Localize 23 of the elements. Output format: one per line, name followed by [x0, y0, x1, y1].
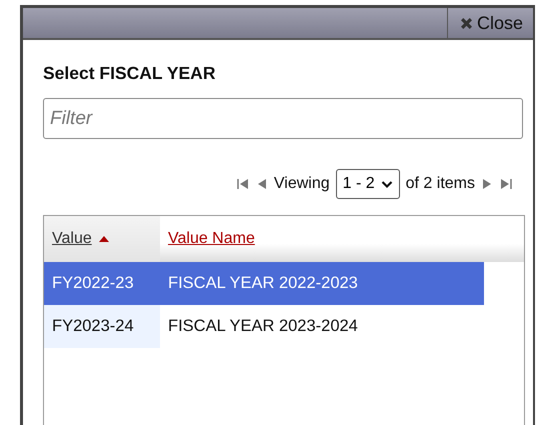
- item-count: of 2 items: [406, 175, 475, 193]
- last-page-icon[interactable]: [499, 177, 513, 191]
- column-header[interactable]: Value Name: [160, 216, 255, 262]
- dialog-heading: Select FISCAL YEAR: [43, 63, 216, 84]
- close-button[interactable]: Close: [446, 8, 533, 38]
- table-cell-text: FISCAL YEAR 2023-2024: [167, 316, 358, 337]
- table-cell: FY2023-24: [44, 305, 160, 348]
- range-dropdown[interactable]: 1 - 2: [336, 169, 400, 199]
- viewing-label: Viewing: [274, 175, 330, 193]
- table-row[interactable]: FY2022-23 FISCAL YEAR 2022-2023: [44, 262, 484, 305]
- next-page-icon[interactable]: [481, 177, 493, 191]
- table-cell-text: FY2022-23: [51, 273, 135, 294]
- chevron-icon: [380, 180, 393, 188]
- previous-page-icon[interactable]: [256, 177, 268, 191]
- first-page-icon[interactable]: [236, 177, 250, 191]
- sort-ascending-icon: [98, 235, 110, 243]
- table-cell-text: FISCAL YEAR 2022-2023: [167, 273, 358, 294]
- close-icon: [460, 16, 473, 30]
- filter-field[interactable]: Filter: [43, 98, 523, 139]
- column-header[interactable]: Value: [44, 216, 160, 262]
- table-row[interactable]: FY2023-24 FISCAL YEAR 2023-2024: [44, 305, 484, 348]
- column-header-link[interactable]: Value Name: [168, 230, 255, 248]
- column-header-link[interactable]: Value: [52, 230, 92, 248]
